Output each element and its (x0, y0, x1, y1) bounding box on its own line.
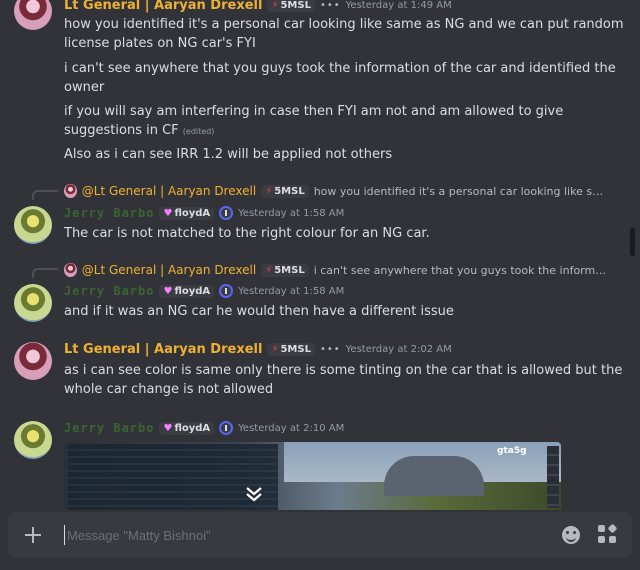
reply-connector (32, 190, 58, 200)
image-attachment[interactable]: gta5g (64, 442, 561, 510)
timestamp: Yesterday at 1:58 AM (238, 207, 345, 219)
reply-username[interactable]: @Lt General | Aaryan Drexell (82, 263, 256, 277)
avatar[interactable] (14, 421, 52, 459)
reply-avatar (64, 263, 77, 277)
timestamp: Yesterday at 2:10 AM (238, 422, 345, 434)
message-composer (8, 512, 632, 558)
timestamp: Yesterday at 2:02 AM (345, 344, 452, 355)
reply-avatar (64, 184, 77, 198)
timestamp: Yesterday at 1:49 AM (345, 0, 452, 11)
jump-down-icon[interactable] (244, 484, 264, 504)
attachment-label: gta5g (497, 446, 527, 456)
heart-icon: ♥ (163, 285, 173, 297)
message-header: Jerry Barbo ♥ floydA Yesterday at 1:58 AM (64, 284, 344, 298)
message-header: Lt General | Aaryan Drexell ⚡ 5MSL ••• Ye… (64, 0, 452, 13)
bolt-icon: ⚡ (265, 264, 273, 276)
reply-username[interactable]: @Lt General | Aaryan Drexell (82, 184, 256, 198)
avatar[interactable] (14, 206, 52, 244)
heart-icon: ♥ (163, 422, 173, 434)
badge-icon (219, 206, 234, 220)
bolt-icon: ⚡ (265, 185, 273, 197)
plus-icon[interactable] (22, 524, 44, 546)
avatar[interactable] (14, 284, 52, 322)
reply-text: how you identified it's a personal car l… (313, 184, 609, 198)
dots-icon: ••• (319, 344, 341, 355)
username[interactable]: Lt General | Aaryan Drexell (64, 342, 262, 357)
message-text: The car is not matched to the right colo… (64, 226, 430, 241)
clan-tag: ⚡ 5MSL (261, 184, 309, 198)
message-text: if you will say am interfering in case t… (64, 104, 564, 138)
message-header: Lt General | Aaryan Drexell ⚡ 5MSL ••• Ye… (64, 342, 452, 357)
message-text: Also as i can see IRR 1.2 will be applie… (64, 147, 393, 162)
badge-icon (219, 421, 234, 435)
clan-tag[interactable]: ⚡ 5MSL (267, 343, 315, 356)
username[interactable]: Lt General | Aaryan Drexell (64, 0, 262, 13)
emoji-icon[interactable] (562, 526, 580, 544)
edited-label: (edited) (182, 127, 215, 136)
bolt-icon: ⚡ (271, 0, 279, 11)
scrollbar-thumb[interactable] (630, 228, 635, 256)
reply-preview[interactable]: @Lt General | Aaryan Drexell ⚡ 5MSL i can… (64, 263, 609, 277)
message-text: as i can see color is same only there is… (64, 363, 623, 397)
apps-icon-part (598, 525, 605, 532)
message-header: Jerry Barbo ♥ floydA Yesterday at 2:10 AM (64, 421, 344, 435)
clan-tag[interactable]: ♥ floydA (159, 421, 215, 435)
username[interactable]: Jerry Barbo (64, 421, 154, 435)
clan-tag: ⚡ 5MSL (261, 263, 309, 277)
apps-icon-part (598, 536, 605, 543)
message-text: i can't see anywhere that you guys took … (64, 61, 616, 95)
badge-icon (219, 284, 234, 298)
chat-scroller[interactable]: Lt General | Aaryan Drexell ⚡ 5MSL ••• Ye… (0, 0, 640, 510)
reply-text: i can't see anywhere that you guys took … (313, 263, 609, 277)
message-text: how you identified it's a personal car l… (64, 17, 624, 51)
dots-icon: ••• (319, 0, 341, 11)
message-header: Jerry Barbo ♥ floydA Yesterday at 1:58 AM (64, 206, 344, 220)
bolt-icon: ⚡ (271, 344, 279, 355)
attachment-building (384, 456, 484, 496)
reply-connector (32, 268, 58, 278)
clan-tag[interactable]: ♥ floydA (159, 284, 215, 298)
message-input[interactable] (64, 525, 544, 545)
avatar[interactable] (14, 342, 52, 380)
apps-icon-part (609, 536, 616, 543)
message-text: and if it was an NG car he would then ha… (64, 304, 454, 319)
heart-icon: ♥ (163, 207, 173, 219)
timestamp: Yesterday at 1:58 AM (238, 285, 345, 297)
attachment-hud (547, 446, 559, 508)
clan-tag[interactable]: ♥ floydA (159, 206, 215, 220)
username[interactable]: Jerry Barbo (64, 206, 154, 220)
clan-tag[interactable]: ⚡ 5MSL (267, 0, 315, 12)
apps-icon-part (607, 523, 618, 534)
avatar[interactable] (14, 0, 52, 30)
username[interactable]: Jerry Barbo (64, 284, 154, 298)
apps-icon[interactable] (598, 523, 618, 545)
reply-preview[interactable]: @Lt General | Aaryan Drexell ⚡ 5MSL how y… (64, 184, 609, 198)
